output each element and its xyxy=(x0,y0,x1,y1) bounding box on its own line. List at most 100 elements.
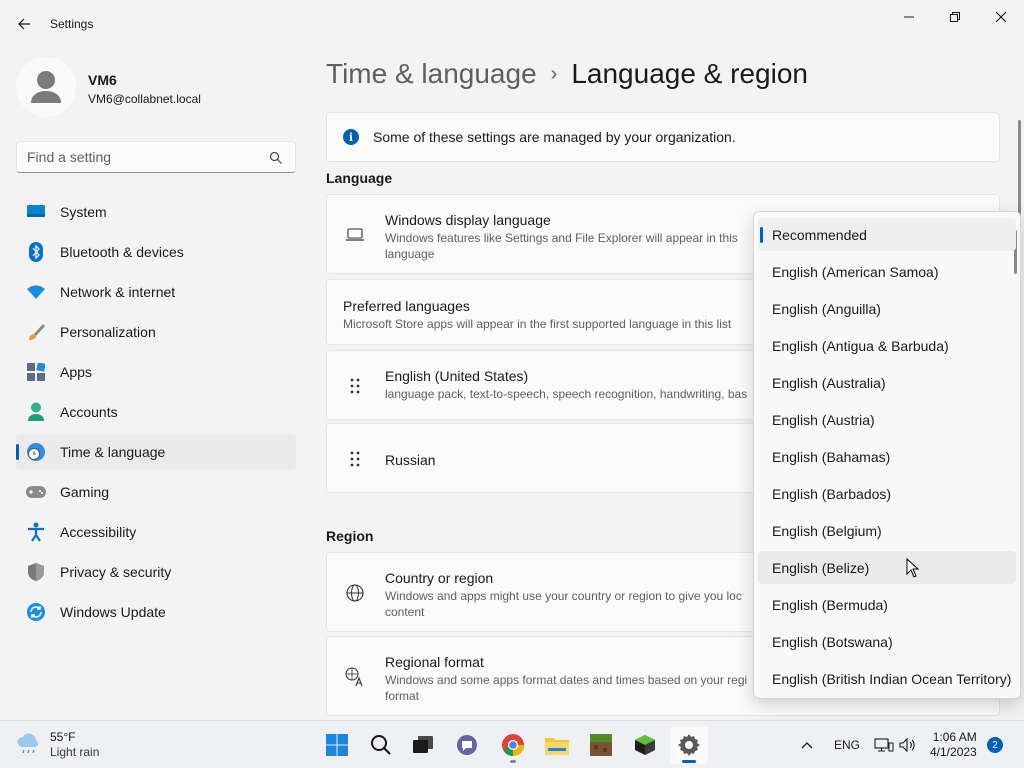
close-button[interactable] xyxy=(978,4,1024,30)
sidebar-item-apps[interactable]: Apps xyxy=(16,354,296,390)
weather-condition: Light rain xyxy=(50,745,100,759)
dropdown-option[interactable]: English (Bermuda) xyxy=(758,588,1016,621)
gamepad-icon xyxy=(26,482,46,502)
paintbrush-icon xyxy=(26,322,46,342)
taskbar-search-button[interactable] xyxy=(362,726,400,764)
chrome-icon xyxy=(502,734,524,756)
teams-chat-icon xyxy=(457,735,477,755)
windows-start-icon xyxy=(326,734,348,756)
search-input[interactable] xyxy=(27,149,257,165)
weather-temperature: 55°F xyxy=(50,730,76,744)
sidebar-item-label: Bluetooth & devices xyxy=(60,244,184,260)
sidebar-item-accounts[interactable]: Accounts xyxy=(16,394,296,430)
sidebar-item-time-language[interactable]: Time & language xyxy=(16,434,296,470)
sidebar-item-label: Network & internet xyxy=(60,284,176,300)
minecraft-button[interactable] xyxy=(582,726,620,764)
dropdown-option[interactable]: English (Anguilla) xyxy=(758,292,1016,325)
task-view-icon xyxy=(413,736,433,753)
file-explorer-icon xyxy=(545,738,569,755)
dropdown-option[interactable]: English (Belize) xyxy=(758,551,1016,584)
globe-icon xyxy=(345,583,365,603)
search-icon xyxy=(371,735,391,755)
chrome-button[interactable] xyxy=(494,726,532,764)
laptop-icon xyxy=(345,225,365,245)
avatar xyxy=(16,57,76,117)
sidebar-item-label: Windows Update xyxy=(60,604,166,620)
section-title-language: Language xyxy=(326,170,393,186)
sidebar-item-label: System xyxy=(60,204,107,220)
back-button[interactable] xyxy=(10,10,38,38)
minecraft-icon xyxy=(590,734,612,756)
running-indicator xyxy=(510,760,516,763)
sidebar-item-personalization[interactable]: Personalization xyxy=(16,314,296,350)
dropdown-option[interactable]: English (British Indian Ocean Territory) xyxy=(758,662,1016,695)
search-box[interactable] xyxy=(16,141,296,173)
sidebar-item-system[interactable]: System xyxy=(16,194,296,230)
sidebar-item-label: Accounts xyxy=(60,404,118,420)
breadcrumb-parent[interactable]: Time & language xyxy=(326,58,537,90)
sidebar-item-bluetooth[interactable]: Bluetooth & devices xyxy=(16,234,296,270)
shield-icon xyxy=(26,562,46,582)
sidebar-item-label: Gaming xyxy=(60,484,110,500)
display-language-dropdown[interactable]: Recommended English (American Samoa) Engli… xyxy=(753,211,1021,699)
sidebar-item-windows-update[interactable]: Windows Update xyxy=(16,594,296,630)
sidebar-item-network[interactable]: Network & internet xyxy=(16,274,296,310)
wifi-icon xyxy=(26,282,46,302)
drag-handle-icon[interactable] xyxy=(345,449,365,469)
minecraft-education-button[interactable] xyxy=(626,726,664,764)
maximize-button[interactable] xyxy=(932,4,978,30)
clock-date: 4/1/2023 xyxy=(930,745,977,759)
search-icon xyxy=(269,151,282,164)
dropdown-option[interactable]: English (Australia) xyxy=(758,366,1016,399)
minimize-icon xyxy=(904,16,914,18)
chevron-up-icon xyxy=(801,742,813,749)
network-icon xyxy=(874,738,894,752)
dropdown-option[interactable]: English (Barbados) xyxy=(758,477,1016,510)
network-volume-tray[interactable] xyxy=(874,721,918,768)
sidebar-item-label: Apps xyxy=(60,364,92,380)
sidebar-item-label: Personalization xyxy=(60,324,156,340)
user-name: VM6 xyxy=(88,72,117,88)
accessibility-icon xyxy=(26,522,46,542)
dropdown-option[interactable]: English (American Samoa) xyxy=(758,255,1016,288)
dropdown-option[interactable]: English (Bahamas) xyxy=(758,440,1016,473)
sidebar-item-accessibility[interactable]: Accessibility xyxy=(16,514,296,550)
section-title-region: Region xyxy=(326,528,374,544)
card-title: Country or region xyxy=(385,570,494,586)
start-button[interactable] xyxy=(318,726,356,764)
settings-app-button[interactable] xyxy=(670,726,708,764)
dropdown-option[interactable]: English (Antigua & Barbuda) xyxy=(758,329,1016,362)
breadcrumb-separator: › xyxy=(550,62,558,85)
dropdown-option-recommended[interactable]: Recommended xyxy=(758,218,1016,251)
card-title: Preferred languages xyxy=(343,298,470,314)
weather-widget[interactable]: 55°F Light rain xyxy=(16,730,99,760)
dropdown-option[interactable]: English (Botswana) xyxy=(758,625,1016,658)
bluetooth-icon xyxy=(26,242,46,262)
minimize-button[interactable] xyxy=(886,4,932,30)
settings-gear-icon xyxy=(678,734,700,756)
tray-overflow-button[interactable] xyxy=(800,721,814,768)
language-detail: language pack, text-to-speech, speech re… xyxy=(385,387,748,401)
sidebar-item-gaming[interactable]: Gaming xyxy=(16,474,296,510)
active-indicator xyxy=(682,760,696,763)
user-email: VM6@collabnet.local xyxy=(88,92,201,106)
input-language-indicator[interactable]: ENG xyxy=(834,721,860,768)
dropdown-option[interactable]: English (Belgium) xyxy=(758,514,1016,547)
notification-badge[interactable]: 2 xyxy=(987,737,1003,753)
dropdown-option[interactable]: English (Austria) xyxy=(758,403,1016,436)
clock-time: 1:06 AM xyxy=(932,730,977,744)
sidebar-item-privacy[interactable]: Privacy & security xyxy=(16,554,296,590)
teams-chat-button[interactable] xyxy=(448,726,486,764)
task-view-button[interactable] xyxy=(404,726,442,764)
taskbar-clock[interactable]: 1:06 AM 4/1/2023 xyxy=(930,730,977,760)
drag-handle-icon[interactable] xyxy=(345,376,365,396)
sidebar-item-label: Accessibility xyxy=(60,524,137,540)
apps-icon xyxy=(26,362,46,382)
sidebar-item-label: Time & language xyxy=(60,444,166,460)
language-name: Russian xyxy=(385,452,436,468)
card-title: Regional format xyxy=(385,654,484,670)
monitor-icon xyxy=(26,202,46,222)
globe-clock-icon xyxy=(26,442,46,462)
language-format-icon xyxy=(345,667,365,687)
file-explorer-button[interactable] xyxy=(538,726,576,764)
